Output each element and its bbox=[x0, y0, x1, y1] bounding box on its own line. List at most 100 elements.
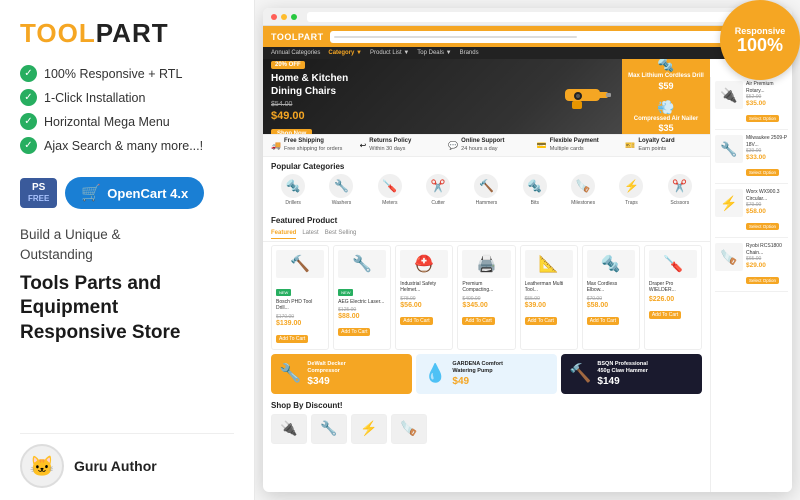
select-option-button[interactable]: Select Option bbox=[746, 223, 779, 230]
product-card: 🔨 NEW Bosch PHD Tool Drill... $170.00 $1… bbox=[271, 245, 329, 350]
discount-item[interactable]: 🔌 bbox=[271, 414, 307, 444]
promo-banner-gardena[interactable]: 💧 GARDENA ComfortWatering Pump $49 bbox=[416, 354, 557, 394]
promo-item-1: 🔩 Max Lithium Cordless Drill $59 bbox=[628, 59, 704, 91]
add-to-cart-button[interactable]: Add To Cart bbox=[276, 335, 308, 343]
info-loyalty: 🎫 Loyalty CardEarn points bbox=[625, 138, 702, 153]
discount-item[interactable]: ⚡ bbox=[351, 414, 387, 444]
category-circle: 🪛 bbox=[378, 174, 402, 198]
discount-items: 🔌 🔧 ⚡ 🪚 bbox=[263, 412, 710, 448]
site-nav-item-deals[interactable]: Top Deals ▼ bbox=[417, 50, 451, 56]
category-hammers[interactable]: 🔨 Hammers bbox=[464, 174, 508, 206]
select-option-button[interactable]: Select Option bbox=[746, 115, 779, 122]
promo-banner-price: $349 bbox=[307, 376, 404, 387]
promo-banner-info: DeWalt DeckerCompressor $349 bbox=[307, 361, 404, 386]
promo-banner-info: BSQN Professional450g Claw Hammer $149 bbox=[597, 361, 694, 386]
product-price: $56.00 bbox=[400, 302, 448, 309]
side-product-item: ⚡ Worx WX900.3 Circular... $79.00 $58.00… bbox=[715, 189, 788, 238]
category-meters[interactable]: 🪛 Meters bbox=[368, 174, 412, 206]
site-nav: Annual Categories Category ▼ Product Lis… bbox=[263, 47, 792, 59]
add-to-cart-button[interactable]: Add To Cart bbox=[525, 317, 557, 325]
category-drillers[interactable]: 🔩 Drillers bbox=[271, 174, 315, 206]
tab-latest[interactable]: Latest bbox=[302, 230, 318, 239]
promo-banner-label: GARDENA ComfortWatering Pump bbox=[452, 361, 549, 375]
hero-product-image bbox=[555, 64, 620, 129]
add-to-cart-button[interactable]: Add To Cart bbox=[462, 317, 494, 325]
add-to-cart-button[interactable]: Add To Cart bbox=[649, 311, 681, 319]
categories-title: Popular Categories bbox=[263, 157, 710, 174]
product-name: Bosch PHD Tool Drill... bbox=[276, 299, 324, 312]
feature-item: ✓ Ajax Search & many more...! bbox=[20, 137, 234, 154]
add-to-cart-button[interactable]: Add To Cart bbox=[587, 317, 619, 325]
category-cutter[interactable]: ✂️ Cutter bbox=[416, 174, 460, 206]
add-to-cart-button[interactable]: Add To Cart bbox=[400, 317, 432, 325]
category-washers[interactable]: 🔧 Washers bbox=[319, 174, 363, 206]
main-content: 20% OFF Home & KitchenDining Chairs $54.… bbox=[263, 59, 710, 492]
category-circle: 🔨 bbox=[474, 174, 498, 198]
category-circle: ⚡ bbox=[619, 174, 643, 198]
product-name: Leatherman Multi Tool... bbox=[525, 281, 573, 294]
side-product-info: Air Premium Rotary... $52.00 $35.00 Sele… bbox=[746, 81, 788, 125]
side-product-info: Worx WX900.3 Circular... $79.00 $58.00 S… bbox=[746, 189, 788, 233]
category-scissors[interactable]: ✂️ Scissors bbox=[658, 174, 702, 206]
add-to-cart-button[interactable]: Add To Cart bbox=[338, 328, 370, 336]
browser-close-dot bbox=[271, 14, 277, 20]
category-bits[interactable]: 🔩 Bits bbox=[513, 174, 557, 206]
browser-bar bbox=[263, 8, 792, 26]
promo-banner-label: BSQN Professional450g Claw Hammer bbox=[597, 361, 694, 375]
site-nav-item-product[interactable]: Product List ▼ bbox=[370, 50, 409, 56]
hero-shop-btn[interactable]: Shop Now bbox=[271, 129, 312, 134]
right-side-products: 🔌 Air Premium Rotary... $52.00 $35.00 Se… bbox=[710, 77, 792, 492]
categories-row: 🔩 Drillers 🔧 Washers 🪛 Meters ✂️ bbox=[263, 174, 710, 211]
product-name: Premium Compacting... bbox=[462, 281, 510, 294]
category-milestones[interactable]: 🪚 Milestones bbox=[561, 174, 605, 206]
category-traps[interactable]: ⚡ Traps bbox=[609, 174, 653, 206]
hero-banner: 20% OFF Home & KitchenDining Chairs $54.… bbox=[263, 59, 710, 134]
site-search-bar[interactable] bbox=[330, 31, 744, 43]
discount-item[interactable]: 🪚 bbox=[391, 414, 427, 444]
category-circle: 🪚 bbox=[571, 174, 595, 198]
feature-item: ✓ 100% Responsive + RTL bbox=[20, 65, 234, 82]
opencart-badge[interactable]: 🛒 OpenCart 4.x bbox=[65, 177, 204, 209]
side-product-item: 🔌 Air Premium Rotary... $52.00 $35.00 Se… bbox=[715, 81, 788, 130]
build-text: Build a Unique &Outstanding bbox=[20, 225, 234, 266]
site-nav-item-brands[interactable]: Brands bbox=[460, 50, 479, 56]
hammer-icon: 🔨 bbox=[569, 363, 591, 384]
discount-item[interactable]: 🔧 bbox=[311, 414, 347, 444]
headline: Tools Parts andEquipmentResponsive Store bbox=[20, 272, 234, 346]
check-icon: ✓ bbox=[20, 89, 37, 106]
promo-banner-bsqn[interactable]: 🔨 BSQN Professional450g Claw Hammer $149 bbox=[561, 354, 702, 394]
side-product-image: ⚡ bbox=[715, 189, 743, 217]
new-badge: NEW bbox=[276, 289, 291, 296]
product-image: 🔩 bbox=[587, 250, 635, 278]
category-circle: 🔩 bbox=[523, 174, 547, 198]
new-badge: NEW bbox=[338, 289, 353, 296]
side-product-price: $33.00 bbox=[746, 154, 788, 161]
product-card: 📐 Leatherman Multi Tool... $55.00 $39.00… bbox=[520, 245, 578, 350]
ps-badge: PS FREE bbox=[20, 178, 57, 208]
support-icon: 💬 bbox=[448, 141, 458, 150]
site-nav-item[interactable]: Annual Categories bbox=[271, 50, 320, 56]
product-card: 🖨️ Premium Compacting... $400.00 $345.00… bbox=[457, 245, 515, 350]
product-price: $226.00 bbox=[649, 296, 697, 303]
tab-best-selling[interactable]: Best Selling bbox=[325, 230, 357, 239]
responsive-badge: Responsive 100% bbox=[720, 0, 800, 80]
loyalty-icon: 🎫 bbox=[625, 141, 635, 150]
logo-part: PART bbox=[96, 18, 169, 49]
product-image: 📐 bbox=[525, 250, 573, 278]
browser-url-bar bbox=[307, 12, 778, 22]
logo-tool: TOOL bbox=[20, 18, 96, 49]
browser-expand-dot bbox=[291, 14, 297, 20]
products-section: 🔨 NEW Bosch PHD Tool Drill... $170.00 $1… bbox=[263, 245, 710, 350]
shipping-icon: 🚚 bbox=[271, 141, 281, 150]
site-nav-item-category[interactable]: Category ▼ bbox=[328, 50, 362, 56]
tab-featured[interactable]: Featured bbox=[271, 230, 296, 239]
side-product-image: 🔧 bbox=[715, 135, 743, 163]
select-option-button[interactable]: Select Option bbox=[746, 277, 779, 284]
logo: TOOL PART bbox=[20, 18, 234, 49]
tabs-row: Featured Latest Best Selling bbox=[263, 228, 710, 242]
product-image: 🖨️ bbox=[462, 250, 510, 278]
badges-row: PS FREE 🛒 OpenCart 4.x bbox=[20, 177, 234, 209]
promo-banner-dewalt[interactable]: 🔧 DeWalt DeckerCompressor $349 bbox=[271, 354, 412, 394]
select-option-button[interactable]: Select Option bbox=[746, 169, 779, 176]
site-header: TOOLPART bbox=[263, 26, 792, 47]
